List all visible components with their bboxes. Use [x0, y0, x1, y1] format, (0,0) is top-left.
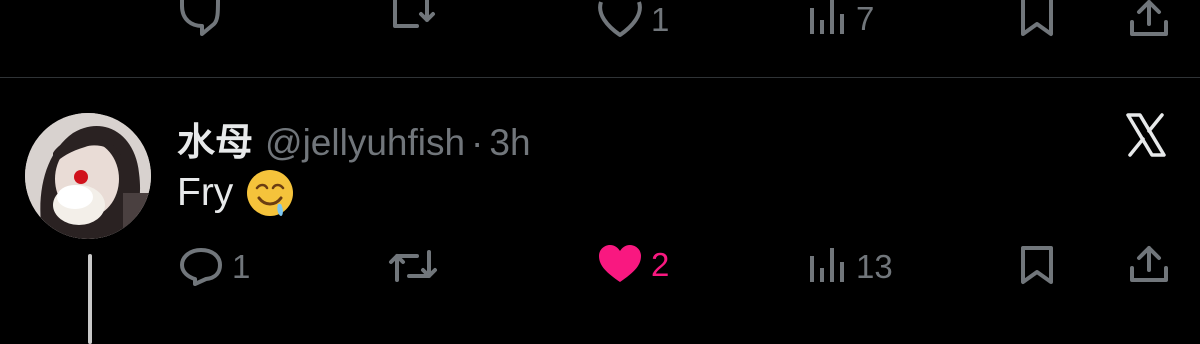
thread-line [88, 254, 92, 344]
separator-dot: · [471, 122, 484, 163]
views-icon [810, 248, 844, 282]
share-icon [1130, 0, 1168, 36]
x-logo-icon [1126, 113, 1166, 157]
tweet-views-button[interactable]: 13 [808, 248, 893, 284]
tweet-divider [0, 77, 1200, 78]
tweet-share-button[interactable] [1128, 244, 1170, 284]
share-button[interactable] [1128, 0, 1170, 38]
tweet-text-content: Fry [177, 171, 234, 214]
avatar[interactable] [25, 113, 151, 239]
reply-icon [180, 248, 222, 286]
tweet-text: Fry [177, 168, 295, 218]
avatar-image [25, 113, 151, 239]
views-count: 13 [856, 247, 893, 285]
share-icon [1130, 246, 1168, 282]
drooling-face-emoji-icon [247, 170, 294, 216]
heart-icon [598, 1, 642, 37]
tweet-reply-button[interactable]: 1 [178, 246, 250, 286]
retweet-icon [389, 250, 437, 282]
reply-button[interactable] [178, 0, 222, 40]
previous-tweet-actions: 1 7 [0, 0, 1200, 56]
reply-icon [180, 0, 220, 36]
views-icon [810, 0, 844, 34]
views-button[interactable]: 7 [808, 0, 874, 36]
bookmark-icon [1021, 0, 1053, 36]
like-count: 1 [651, 0, 670, 38]
like-button[interactable]: 1 [597, 0, 669, 38]
bookmark-icon [1021, 246, 1053, 284]
reply-count: 1 [232, 247, 251, 285]
heart-filled-icon [599, 245, 641, 282]
timestamp[interactable]: 3h [489, 122, 530, 164]
retweet-button[interactable] [387, 0, 439, 36]
bookmark-button[interactable] [1019, 0, 1055, 38]
like-count: 2 [651, 245, 670, 283]
display-name[interactable]: 水母 [177, 111, 253, 166]
views-count: 7 [856, 0, 875, 37]
tweet-header: 水母 @jellyuhfish · 3h [177, 111, 531, 164]
handle[interactable]: @jellyuhfish [265, 122, 465, 164]
tweet-like-button[interactable]: 2 [597, 244, 669, 284]
tweet-bookmark-button[interactable] [1019, 246, 1055, 286]
retweet-icon [393, 0, 435, 28]
tweet-retweet-button[interactable] [387, 248, 439, 284]
